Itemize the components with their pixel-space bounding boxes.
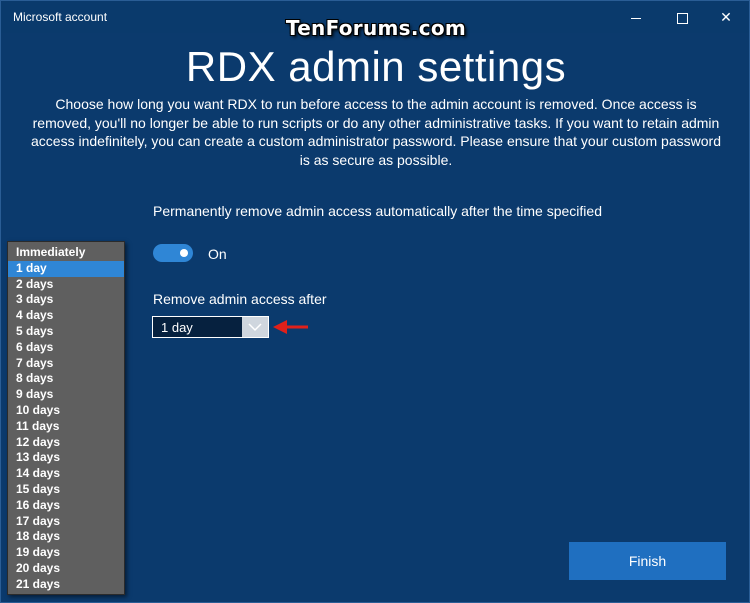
dropdown-option[interactable]: 14 days	[8, 466, 124, 482]
chevron-down-icon[interactable]	[242, 317, 268, 337]
dropdown-option[interactable]: 2 days	[8, 277, 124, 293]
dropdown-option[interactable]: 11 days	[8, 419, 124, 435]
toggle-knob	[180, 249, 188, 257]
dropdown-option[interactable]: 20 days	[8, 561, 124, 577]
finish-button[interactable]: Finish	[569, 542, 726, 580]
watermark: TenForums.com	[285, 16, 467, 40]
page-title: RDX admin settings	[185, 43, 567, 90]
dropdown-option[interactable]: Immediately	[8, 245, 124, 261]
dropdown-option[interactable]: 9 days	[8, 387, 124, 403]
dropdown-option[interactable]: 1 day	[8, 260, 124, 277]
dropdown-option[interactable]: 18 days	[8, 529, 124, 545]
dropdown-option[interactable]: 16 days	[8, 498, 124, 514]
annotation-arrow-icon	[273, 320, 309, 339]
remove-admin-toggle[interactable]	[153, 244, 193, 262]
dropdown-option[interactable]: 15 days	[8, 482, 124, 498]
duration-dropdown-list[interactable]: Immediately 1 day 2 days 3 days 4 days 5 days…	[7, 241, 125, 595]
app-window: Microsoft account ✕ TenForums.com RDX ad…	[0, 0, 750, 603]
dropdown-option[interactable]: 3 days	[8, 292, 124, 308]
dropdown-option[interactable]: 17 days	[8, 514, 124, 530]
toggle-state-text: On	[208, 246, 227, 262]
remove-after-label: Remove admin access after	[153, 291, 327, 307]
dropdown-option[interactable]: 13 days	[8, 450, 124, 466]
remove-after-select[interactable]: 1 day	[152, 316, 269, 338]
select-value: 1 day	[161, 320, 193, 335]
page-description: Choose how long you want RDX to run befo…	[31, 96, 721, 168]
dropdown-option[interactable]: 19 days	[8, 545, 124, 561]
dropdown-option[interactable]: 4 days	[8, 308, 124, 324]
dropdown-option[interactable]: 21 days	[8, 577, 124, 593]
dropdown-option[interactable]: 10 days	[8, 403, 124, 419]
dropdown-option[interactable]: 7 days	[8, 356, 124, 372]
dropdown-option[interactable]: 8 days	[8, 371, 124, 387]
dropdown-option[interactable]: 6 days	[8, 340, 124, 356]
dropdown-option[interactable]: 12 days	[8, 435, 124, 451]
toggle-label: Permanently remove admin access automati…	[153, 203, 602, 219]
dropdown-option[interactable]: 5 days	[8, 324, 124, 340]
